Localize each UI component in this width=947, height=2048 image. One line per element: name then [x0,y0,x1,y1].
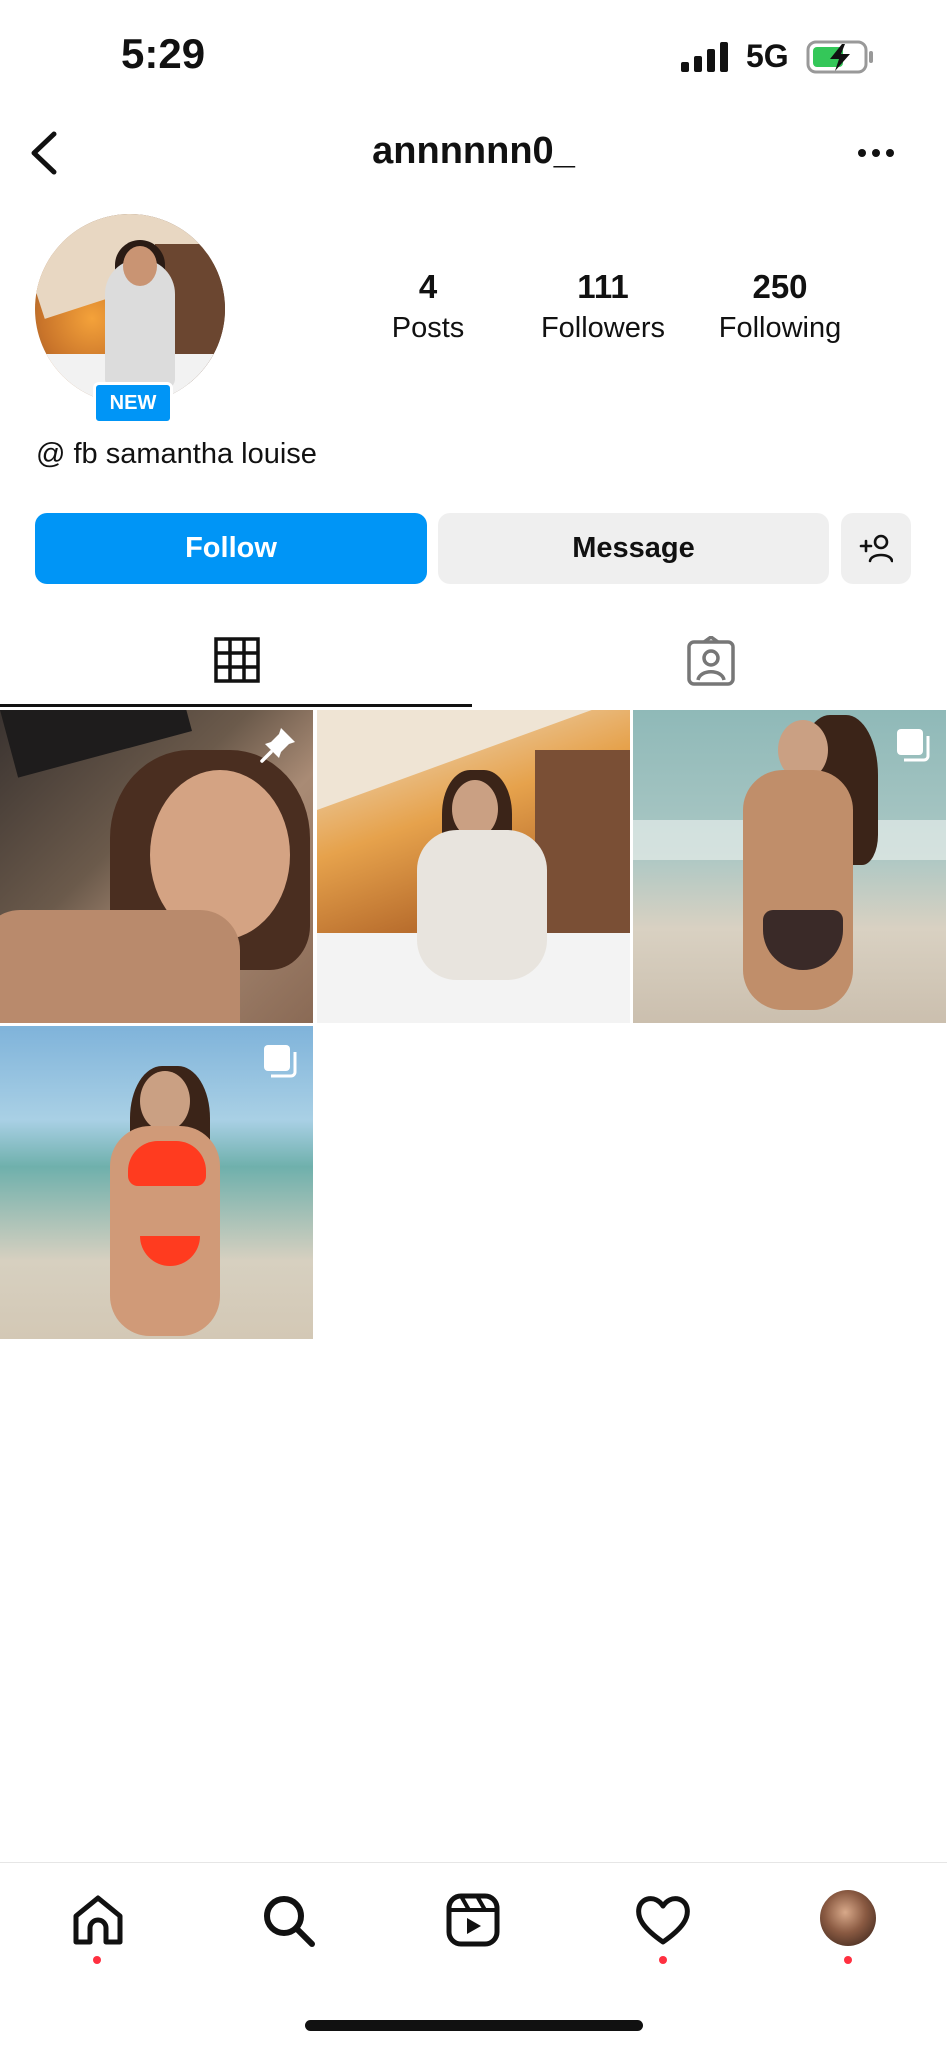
post-thumbnail[interactable] [0,710,313,1023]
bottom-nav-divider [0,1862,947,1863]
tagged-person-icon [687,636,735,686]
stat-following-label: Following [718,312,842,344]
multi-post-icon [264,1045,297,1078]
stat-posts-label: Posts [391,312,465,344]
activity-heart-icon[interactable] [633,1890,693,1950]
home-indicator[interactable] [305,2020,643,2031]
grid-icon [214,637,260,683]
stat-posts[interactable]: 4 Posts [370,268,486,345]
cellular-signal-icon [681,42,728,72]
message-button[interactable]: Message [438,513,829,584]
stat-followers-label: Followers [540,312,666,344]
profile-username: annnnnn0_ [372,130,575,172]
add-user-icon [859,534,894,563]
post-thumbnail[interactable] [317,710,630,1023]
reels-icon[interactable] [443,1890,503,1950]
stat-followers-value: 111 [577,268,629,305]
activity-notification-dot [659,1956,667,1964]
active-tab-indicator [0,704,472,707]
profile-avatar[interactable] [35,214,225,404]
stat-posts-value: 4 [418,268,438,305]
profile-bio: @ fb samantha louise [36,438,317,470]
new-badge: NEW [93,382,173,424]
tab-posts-grid[interactable] [0,622,472,704]
pin-icon [260,728,295,763]
home-icon[interactable] [68,1890,128,1950]
tab-tagged[interactable] [472,622,947,704]
battery-charging-icon [806,40,873,74]
network-type: 5G [746,38,789,74]
home-notification-dot [93,1956,101,1964]
stat-following[interactable]: 250 Following [705,268,855,345]
post-thumbnail[interactable] [0,1026,313,1339]
stat-following-value: 250 [752,268,808,305]
multi-post-icon [897,729,930,762]
post-thumbnail[interactable] [633,710,946,1023]
profile-tab-avatar[interactable] [820,1890,876,1946]
profile-notification-dot [844,1956,852,1964]
search-icon[interactable] [258,1890,318,1950]
more-options-icon[interactable] [856,140,896,166]
suggested-users-button[interactable] [841,513,911,584]
stat-followers[interactable]: 111 Followers [528,268,678,345]
status-time: 5:29 [121,30,206,77]
follow-button[interactable]: Follow [35,513,427,584]
